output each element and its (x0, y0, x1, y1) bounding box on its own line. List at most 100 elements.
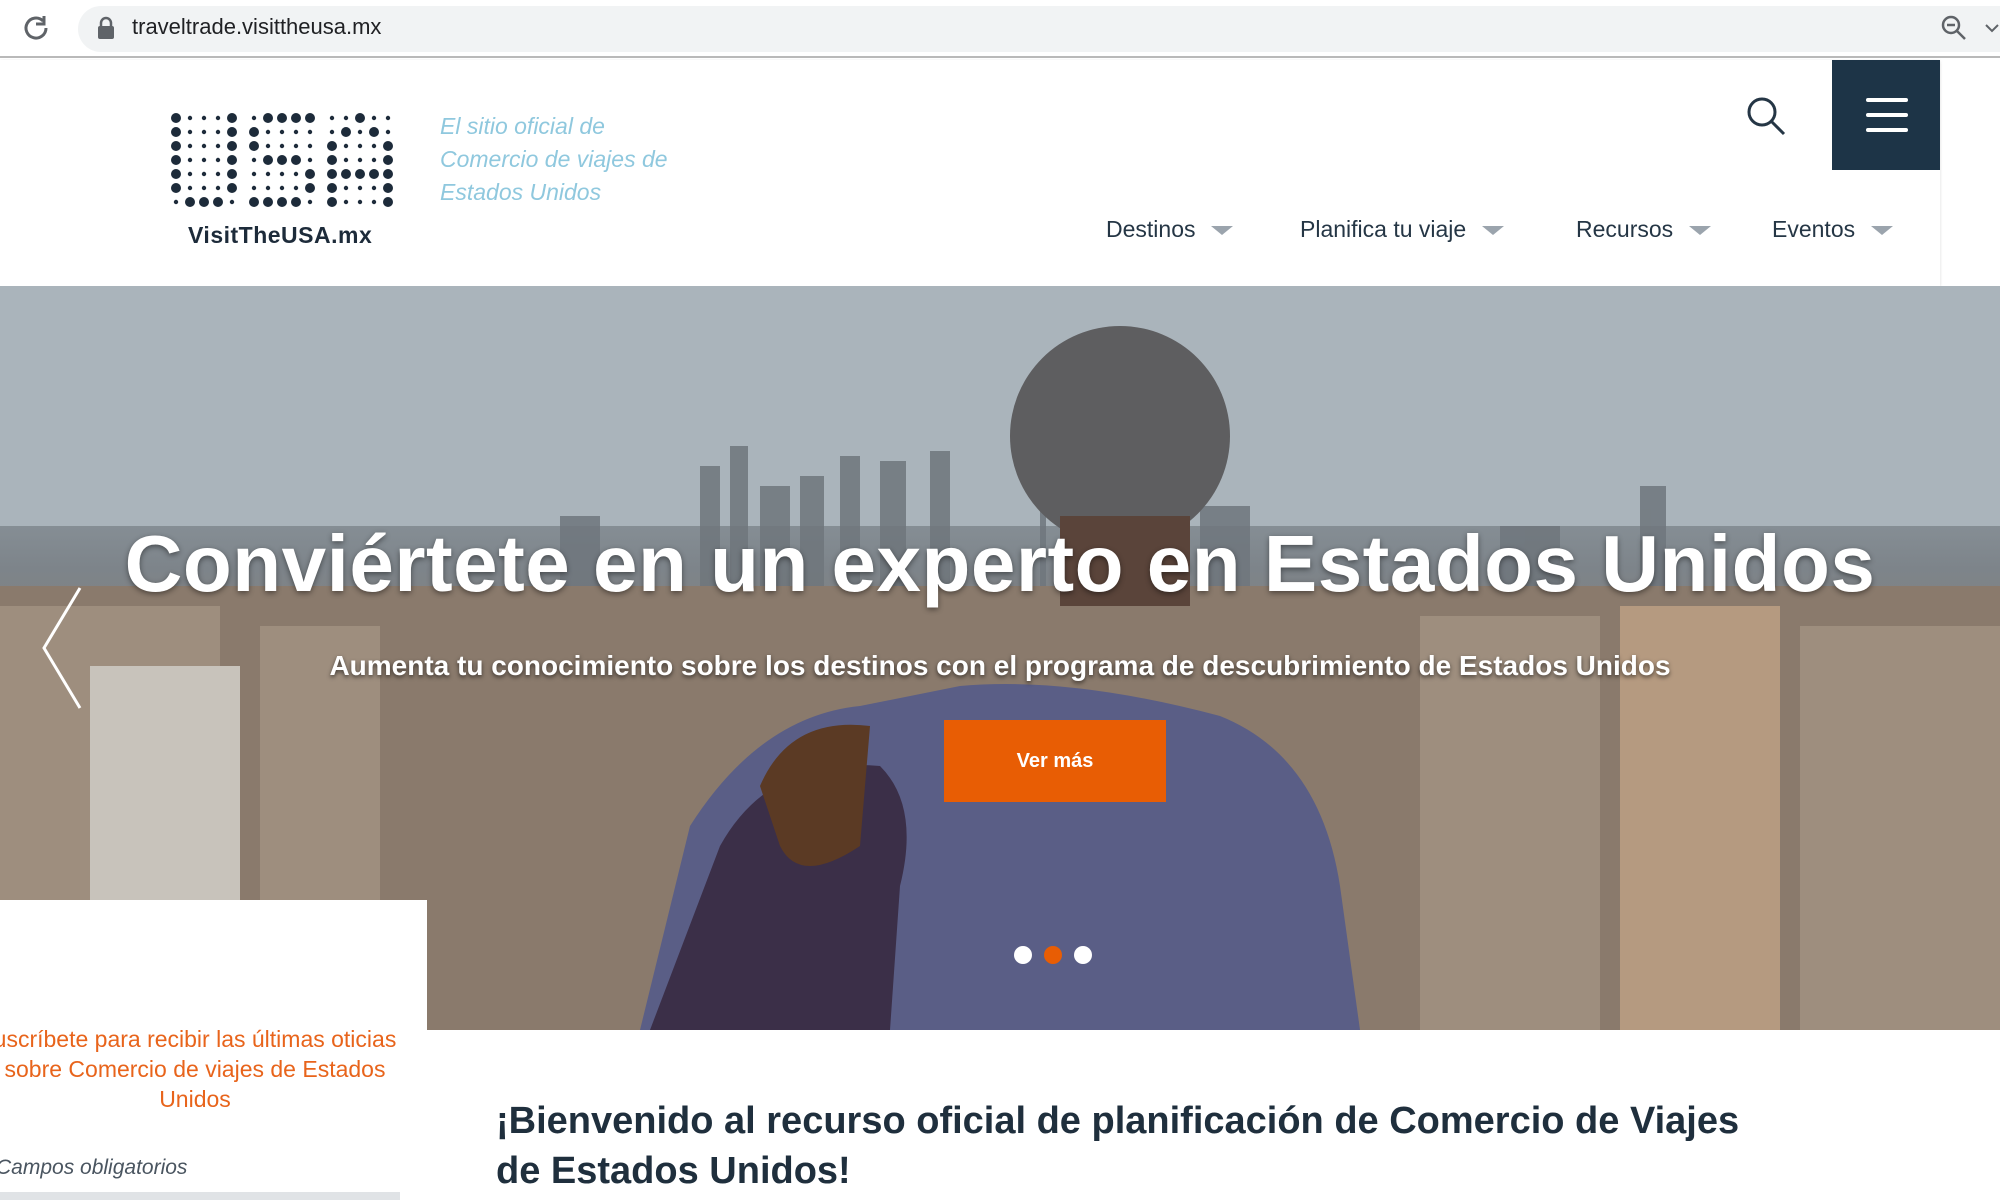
search-icon[interactable] (1744, 94, 1788, 138)
logo-text: VisitTheUSA.mx (188, 222, 373, 248)
logo-dot (187, 143, 193, 149)
logo-dot (277, 197, 287, 207)
logo-dot (305, 183, 315, 193)
logo-dot (355, 169, 365, 179)
logo-dot (371, 143, 377, 149)
logo-dot (201, 129, 207, 135)
reload-icon[interactable] (20, 12, 52, 44)
logo-dot (307, 143, 313, 149)
chevron-down-icon (1689, 226, 1712, 236)
logo-dot (171, 113, 181, 123)
url-text[interactable]: traveltrade.visittheusa.mx (132, 14, 381, 40)
logo-dot (293, 129, 299, 135)
logo-dot (201, 143, 207, 149)
logo-dot (385, 115, 391, 121)
logo-dot (215, 185, 221, 191)
logo-dot (341, 127, 351, 137)
logo-dot (371, 199, 377, 205)
logo-dot (171, 169, 181, 179)
logo-dot (357, 199, 363, 205)
logo-dot (227, 113, 237, 123)
logo-dot (251, 171, 257, 177)
logo-dot (249, 127, 259, 137)
form-field[interactable] (0, 1192, 400, 1200)
welcome-heading: ¡Bienvenido al recurso oficial de planif… (496, 1100, 1740, 1192)
nav-label: Recursos (1576, 216, 1674, 242)
logo-dot (383, 169, 393, 179)
browser-toolbar: traveltrade.visittheusa.mx (0, 0, 2000, 58)
logo-dot (305, 169, 315, 179)
logo-dot (265, 185, 271, 191)
logo-dot (291, 197, 301, 207)
logo-dot (187, 157, 193, 163)
nav-destinos[interactable]: Destinos (1106, 216, 1234, 252)
logo-dot (307, 199, 313, 205)
carousel-dot-active[interactable] (1044, 946, 1062, 964)
logo-dot (227, 169, 237, 179)
logo-dot (227, 183, 237, 193)
logo-dot (329, 129, 335, 135)
logo-dot (383, 183, 393, 193)
logo-dot (369, 127, 379, 137)
nav-eventos[interactable]: Eventos (1772, 216, 1894, 252)
logo-dot (291, 113, 301, 123)
logo-dot (265, 171, 271, 177)
site-tagline: El sitio oficial de Comercio de viajes d… (440, 113, 668, 205)
menu-bar-line (1866, 113, 1908, 117)
logo-dot (279, 171, 285, 177)
logo-dot (343, 115, 349, 121)
logo-dot (355, 113, 365, 123)
nav-label: Planifica tu viaje (1300, 216, 1467, 242)
logo-dot (357, 157, 363, 163)
ver-mas-button[interactable]: Ver más (944, 720, 1166, 802)
chevron-down-icon[interactable] (1984, 22, 2000, 34)
logo-dot (371, 185, 377, 191)
logo-dot (383, 155, 393, 165)
logo-dot (187, 129, 193, 135)
logo-dot (307, 129, 313, 135)
logo-dot (249, 197, 259, 207)
logo-dot (227, 155, 237, 165)
logo-dot (185, 197, 195, 207)
logo-dot (263, 113, 273, 123)
logo-dot (327, 155, 337, 165)
logo-dot (265, 129, 271, 135)
nav-planifica-tu-viaje[interactable]: Planifica tu viaje (1300, 216, 1505, 252)
logo-dot (215, 115, 221, 121)
zoom-icon[interactable] (1940, 14, 1968, 42)
hero-title: Conviértete en un experto en Estados Uni… (124, 519, 1876, 608)
usa-logo[interactable]: VisitTheUSA.mx (168, 108, 400, 268)
chevron-left-icon[interactable] (40, 586, 84, 710)
logo-dot (329, 115, 335, 121)
site-header: VisitTheUSA.mx El sitio oficial de Comer… (0, 60, 1940, 286)
logo-dot (251, 185, 257, 191)
carousel-dot[interactable] (1074, 946, 1092, 964)
chevron-down-icon (1871, 226, 1894, 236)
logo-dot (201, 185, 207, 191)
logo-dot (263, 155, 273, 165)
logo-dot (263, 197, 273, 207)
logo-dot (385, 129, 391, 135)
nav-label: Eventos (1772, 216, 1856, 242)
logo-dot (201, 157, 207, 163)
logo-dot (279, 185, 285, 191)
usa-dot-logo (171, 113, 393, 207)
logo-dot (171, 141, 181, 151)
logo-dot (343, 185, 349, 191)
logo-dot (201, 171, 207, 177)
logo-dot (171, 155, 181, 165)
carousel-dot[interactable] (1014, 946, 1032, 964)
logo-dot (357, 185, 363, 191)
logo-dot (307, 157, 313, 163)
logo-dot (279, 129, 285, 135)
hamburger-menu-button[interactable] (1832, 60, 1940, 170)
nav-recursos[interactable]: Recursos (1576, 216, 1712, 252)
logo-dot (187, 115, 193, 121)
logo-dot (357, 129, 363, 135)
logo-dot (341, 169, 351, 179)
logo-dot (343, 199, 349, 205)
logo-dot (371, 157, 377, 163)
logo-dot (277, 113, 287, 123)
logo-dot (249, 141, 259, 151)
logo-dot (229, 199, 235, 205)
